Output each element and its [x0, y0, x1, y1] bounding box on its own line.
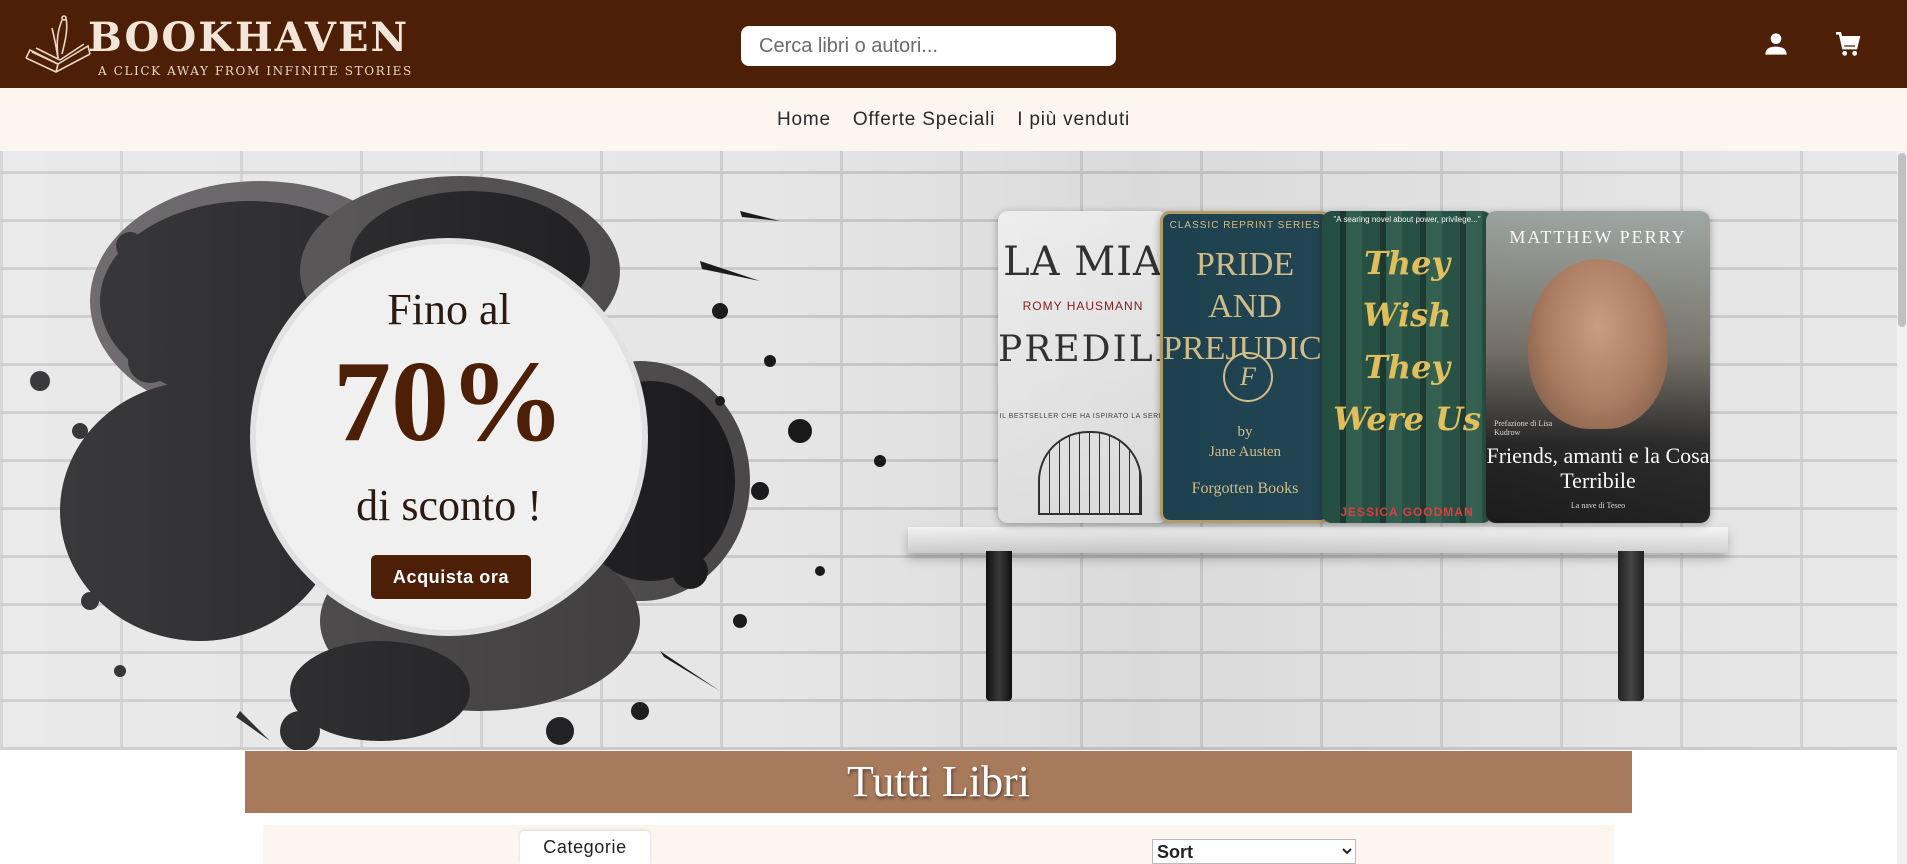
book-series: CLASSIC REPRINT SERIES — [1169, 220, 1321, 231]
open-book-logo-icon — [25, 15, 91, 73]
book-title: Friends, amanti e la Cosa Terribile — [1486, 443, 1710, 493]
categories-tab[interactable]: Categorie — [520, 831, 650, 864]
author-portrait — [1528, 259, 1668, 429]
book-author: JESSICA GOODMAN — [1340, 505, 1474, 519]
book-publisher: Forgotten Books — [1191, 480, 1299, 497]
page-scrollbar[interactable] — [1897, 151, 1907, 864]
brand-logo[interactable]: BOOKHAVEN A CLICK AWAY FROM INFINITE STO… — [22, 12, 411, 82]
book-title: They Wish They Were Us — [1333, 244, 1481, 438]
book-cover-they-wish-they-were-us[interactable]: "A searing novel about power, privilege.… — [1322, 211, 1492, 523]
search-input[interactable] — [741, 26, 1116, 66]
book-author: by Jane Austen — [1163, 422, 1327, 462]
book-emblem: F — [1223, 352, 1273, 402]
main-nav: Home Offerte Speciali I più venduti — [0, 88, 1907, 151]
filter-bar: Categorie Sort — [263, 825, 1614, 864]
book-cover-la-mia-prediletta[interactable]: LA MIA ROMY HAUSMANN PREDILETTA IL BESTS… — [998, 211, 1168, 523]
brand-name: BOOKHAVEN — [88, 14, 410, 61]
book-blurb: "A searing novel about power, privilege.… — [1333, 215, 1481, 224]
hero-banner: Fino al 70% di sconto ! Acquista ora LA … — [0, 151, 1897, 750]
section-title: Tutti Libri — [847, 757, 1030, 806]
book-shelf: LA MIA ROMY HAUSMANN PREDILETTA IL BESTS… — [900, 211, 1740, 731]
birdcage-illustration — [1038, 431, 1142, 515]
book-title-line1: LA MIA — [1003, 239, 1163, 285]
book-by: by — [1237, 424, 1253, 440]
nav-special-offers[interactable]: Offerte Speciali — [853, 109, 995, 131]
shelf-bracket-right — [1618, 551, 1644, 701]
shelf-bracket-left — [986, 551, 1012, 701]
book-author-name: Jane Austen — [1208, 444, 1282, 460]
sort-dropdown[interactable]: Sort — [1152, 839, 1356, 864]
book-cover-pride-and-prejudice[interactable]: CLASSIC REPRINT SERIES PRIDE AND PREJUDI… — [1160, 211, 1330, 523]
book-foreword: Prefazione di Lisa Kudrow — [1494, 419, 1553, 437]
section-header: Tutti Libri — [245, 751, 1632, 813]
shelf-board — [908, 527, 1728, 553]
book-cover-friends-amanti[interactable]: MATTHEW PERRY Prefazione di Lisa Kudrow … — [1486, 211, 1710, 523]
promo-suffix: di sconto ! — [356, 481, 542, 530]
brand-tagline: A CLICK AWAY FROM INFINITE STORIES — [98, 64, 413, 78]
book-publisher: La nave di Teseo — [1570, 501, 1626, 510]
site-header: BOOKHAVEN A CLICK AWAY FROM INFINITE STO… — [0, 0, 1907, 88]
book-author: MATTHEW PERRY — [1509, 227, 1687, 247]
cart-icon[interactable] — [1832, 28, 1864, 60]
discount-badge: Fino al 70% di sconto ! Acquista ora — [256, 244, 642, 630]
shop-now-button[interactable]: Acquista ora — [371, 555, 531, 599]
book-title: PRIDE AND PREJUDICE — [1163, 246, 1330, 367]
scrollbar-thumb[interactable] — [1898, 153, 1906, 327]
book-title-line2: PREDILETTA — [998, 329, 1168, 370]
book-note: IL BESTSELLER CHE HA ISPIRATO LA SERIE — [999, 413, 1167, 420]
nav-home[interactable]: Home — [777, 109, 831, 131]
promo-percent: 70% — [333, 338, 565, 466]
user-icon[interactable] — [1760, 28, 1792, 60]
promo-prefix: Fino al — [387, 285, 511, 334]
book-author: ROMY HAUSMANN — [1022, 299, 1144, 313]
nav-bestsellers[interactable]: I più venduti — [1017, 109, 1130, 131]
